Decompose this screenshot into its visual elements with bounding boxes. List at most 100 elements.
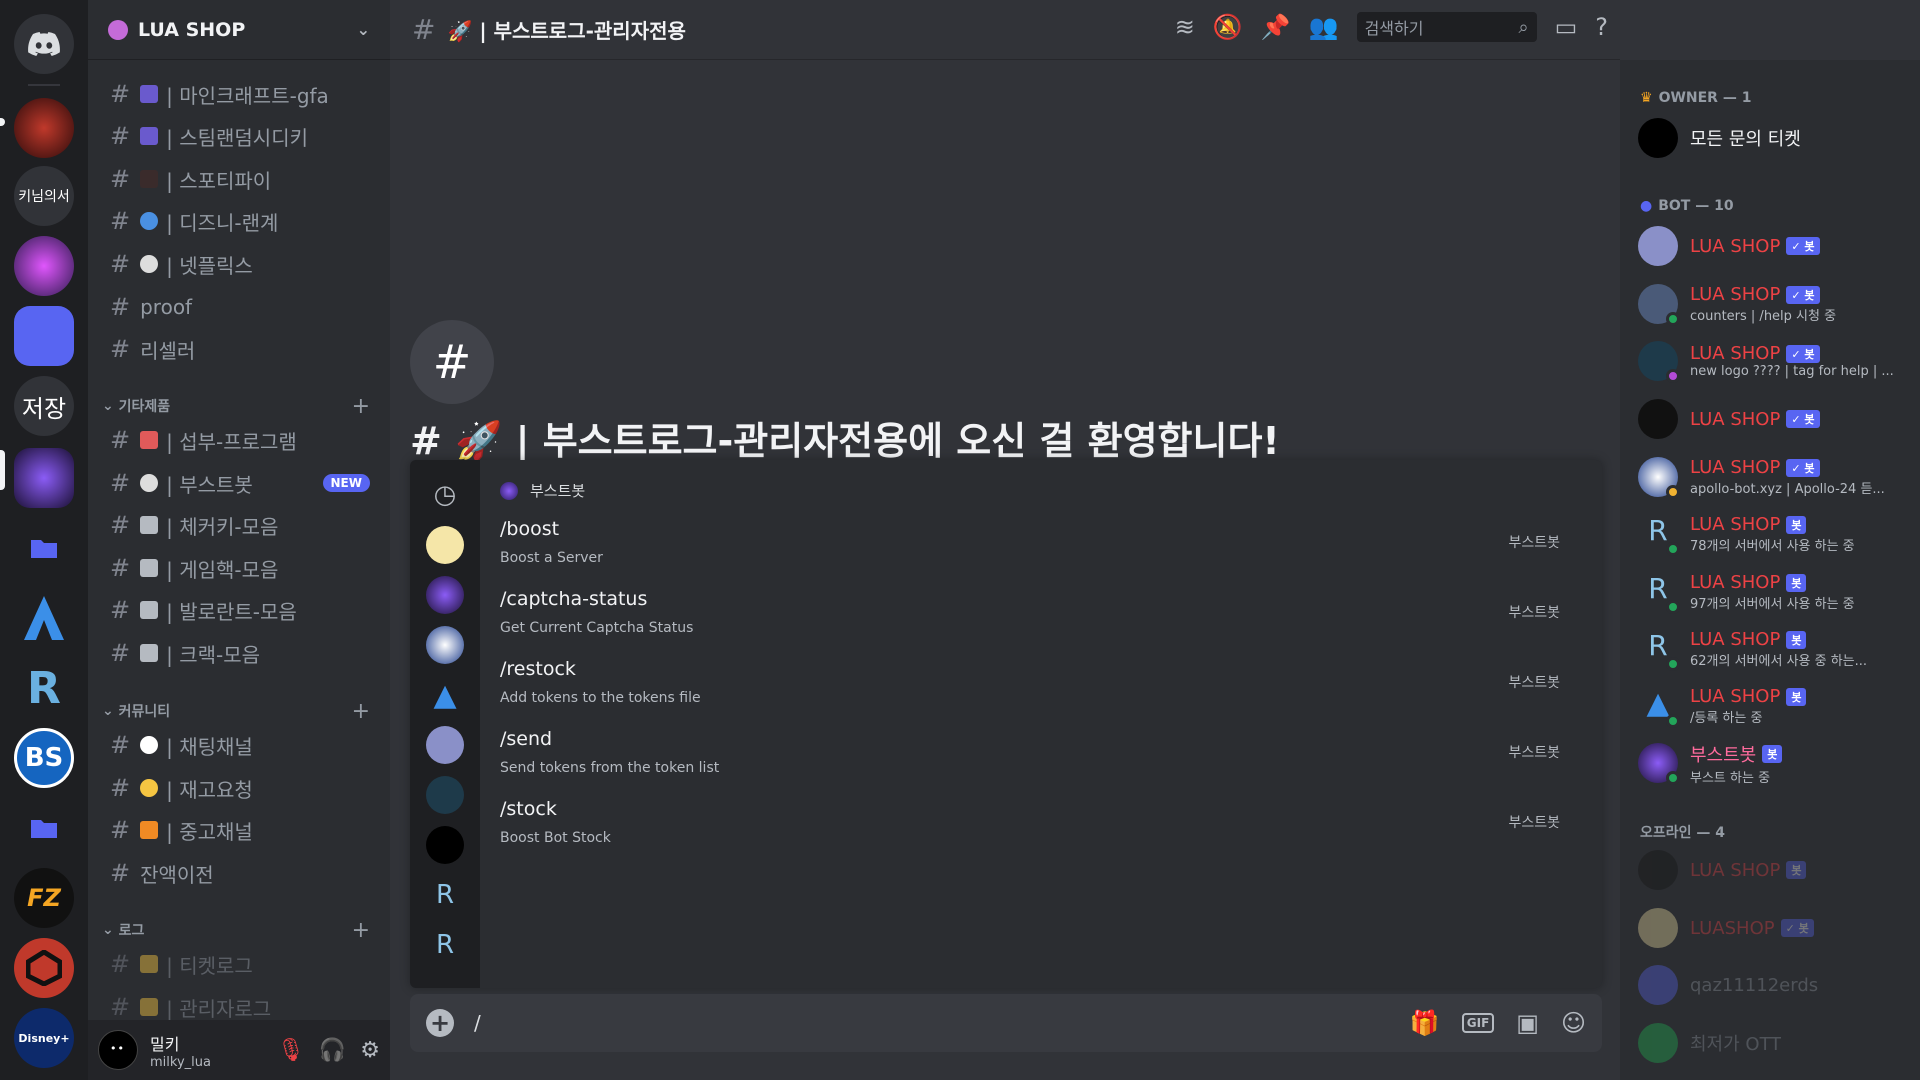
avatar [1638,850,1678,890]
member-item[interactable]: LUA SHOP ✓ 봇 [1638,393,1908,445]
channel-item[interactable]: # | 스포티파이 [96,160,382,198]
guild-header[interactable]: LUA SHOP ⌄ [88,0,390,60]
category-community[interactable]: ⌄ 커뮤니티 + [96,699,382,724]
apollo-icon[interactable]: ▲ [426,676,464,714]
message-composer[interactable]: + / 🎁 GIF ▣ ☺ [410,994,1602,1052]
member-item[interactable]: qaz11112erds [1638,959,1908,1011]
r-bot-icon[interactable]: R [426,926,464,964]
member-item[interactable]: R LUA SHOP 봇 78개의 서버에서 사용 하는 중 [1638,508,1908,560]
folder-2-icon[interactable] [14,798,74,858]
member-name: LUA SHOP [1690,629,1781,650]
command-item[interactable]: /send Send tokens from the token list 부스… [500,722,1590,792]
clock-icon[interactable]: ◷ [426,476,464,514]
channel-item[interactable]: # 리셀러 [96,330,382,368]
add-channel-icon[interactable]: + [352,918,370,943]
member-item[interactable]: R LUA SHOP 봇 97개의 서버에서 사용 하는 중 [1638,566,1908,618]
mute-mic-icon[interactable]: 🎙 [277,1038,305,1063]
channel-title: 🚀 | 부스트로그-관리자전용 [447,19,686,43]
channel-item[interactable]: # | 섭부-프로그램 [96,421,382,459]
notification-bell-icon[interactable]: 🔕 [1213,13,1243,41]
chevron-down-icon[interactable]: ⌄ [357,20,370,39]
bot-avatar-icon[interactable] [426,526,464,564]
threads-icon[interactable]: ≋ [1175,13,1195,41]
add-attachment-button[interactable]: + [426,1009,454,1037]
server-1-icon[interactable] [14,98,74,158]
server-apollo-icon[interactable] [14,588,74,648]
channel-item[interactable]: # | 넷플릭스 [96,245,382,283]
avatar [1638,457,1680,499]
command-item[interactable]: /captcha-status Get Current Captcha Stat… [500,582,1590,652]
gif-button[interactable]: GIF [1461,1013,1495,1033]
member-item[interactable]: LUA SHOP ✓ 봇 new logo ???? | tag for help … [1638,335,1908,387]
member-item[interactable]: LUA SHOP 봇 [1638,844,1908,896]
command-item[interactable]: /restock Add tokens to the tokens file 부… [500,652,1590,722]
member-item[interactable]: 부스트봇 봇 부스트 하는 중 [1638,737,1908,789]
channel-item[interactable]: # | 발로란트-모음 [96,591,382,629]
avatar: R [1638,572,1680,614]
discord-home-icon[interactable] [14,14,74,74]
server-r-icon[interactable]: R [14,658,74,718]
channel-item[interactable]: # proof [96,288,382,326]
category-label: BOT — 10 [1658,198,1734,214]
member-item[interactable]: LUA SHOP ✓ 봇 counters | /help 시청 중 [1638,278,1908,330]
gear-icon[interactable]: ⚙ [360,1038,380,1063]
add-channel-icon[interactable]: + [352,699,370,724]
member-item[interactable]: ▲ LUA SHOP 봇/등록 하는 중 [1638,680,1908,732]
channel-item[interactable]: # | 디즈니-랜계 [96,202,382,240]
add-channel-icon[interactable]: + [352,394,370,419]
channel-item[interactable]: # | 스팀랜덤시디키 [96,117,382,155]
pin-icon[interactable]: 📌 [1261,13,1291,41]
channel-item[interactable]: # | 마인크래프트-gfa [96,75,382,113]
inbox-icon[interactable]: ▭ [1555,13,1578,41]
channel-item[interactable]: # | 게임핵-모음 [96,549,382,587]
command-item[interactable]: /stock Boost Bot Stock 부스트봇 [500,792,1590,862]
server-jeojang-icon[interactable]: 저장 [14,376,74,436]
avatar[interactable] [98,1030,138,1070]
channel-item[interactable]: # | 재고요청 [96,769,382,807]
server-kimnim-icon[interactable]: 키님의서 [14,166,74,226]
channel-item[interactable]: # | 크랙-모음 [96,634,382,672]
server-red-icon[interactable] [14,938,74,998]
search-input[interactable]: 검색하기 ⌕ [1356,12,1537,42]
command-source-rail: ◷ ▲ R R [410,460,480,988]
channel-item[interactable]: # | 중고채널 [96,811,382,849]
server-3-icon[interactable] [14,306,74,366]
server-lua-icon[interactable] [14,448,74,508]
member-item[interactable]: 최저가 OTT [1638,1017,1908,1069]
server-bs-icon[interactable]: BS [14,728,74,788]
channel-item[interactable]: # | 채팅채널 [96,726,382,764]
channel-item[interactable]: # 잔액이전 [96,854,382,892]
member-list-icon[interactable]: 👥 [1309,13,1339,41]
hash-icon: # [110,469,131,497]
category-etc[interactable]: ⌄ 기타제품 + [96,394,382,419]
bot-avatar-icon[interactable] [426,826,464,864]
channel-item[interactable]: # | 부스트봇 NEW [96,464,382,502]
bot-avatar-icon[interactable] [426,626,464,664]
server-disney-icon[interactable]: Disney+ [14,1008,74,1068]
bot-avatar-icon[interactable] [426,726,464,764]
member-item[interactable]: 모든 문의 티켓 [1638,112,1908,164]
bot-avatar-icon[interactable] [426,776,464,814]
category-log[interactable]: ⌄ 로그 + [96,918,382,943]
gift-icon[interactable]: 🎁 [1410,1009,1440,1037]
channel-item[interactable]: # | 체커키-모음 [96,506,382,544]
member-item[interactable]: LUA SHOP ✓ 봇 [1638,220,1908,272]
r-bot-icon[interactable]: R [426,876,464,914]
command-item[interactable]: /boost Boost a Server 부스트봇 [500,512,1590,582]
composer-input[interactable]: / [474,1011,481,1035]
boostbot-avatar-icon[interactable] [426,576,464,614]
member-item[interactable]: LUA SHOP ✓ 봇 apollo-bot.xyz | Apollo-24 듣.… [1638,451,1908,503]
channel-item[interactable]: # | 티켓로그 [96,945,382,983]
user-info[interactable]: 밀키 milky_lua [150,1031,211,1070]
member-item[interactable]: R LUA SHOP 봇 62개의 서버에서 사용 중 하는... [1638,623,1908,675]
emoji-icon[interactable]: ☺ [1561,1009,1586,1037]
server-2-icon[interactable] [14,236,74,296]
help-icon[interactable]: ? [1595,13,1608,41]
chat-header: # 🚀 | 부스트로그-관리자전용 ≋ 🔕 📌 👥 검색하기 ⌕ ▭ ? [390,0,1620,60]
sticker-icon[interactable]: ▣ [1516,1009,1539,1037]
member-item[interactable]: LUASHOP ✓ 봇 [1638,902,1908,954]
folder-1-icon[interactable] [14,518,74,578]
bot-tag: 봇 [1786,630,1807,649]
deafen-icon[interactable]: 🎧 [319,1038,346,1063]
server-fz-icon[interactable]: FZ [14,868,74,928]
